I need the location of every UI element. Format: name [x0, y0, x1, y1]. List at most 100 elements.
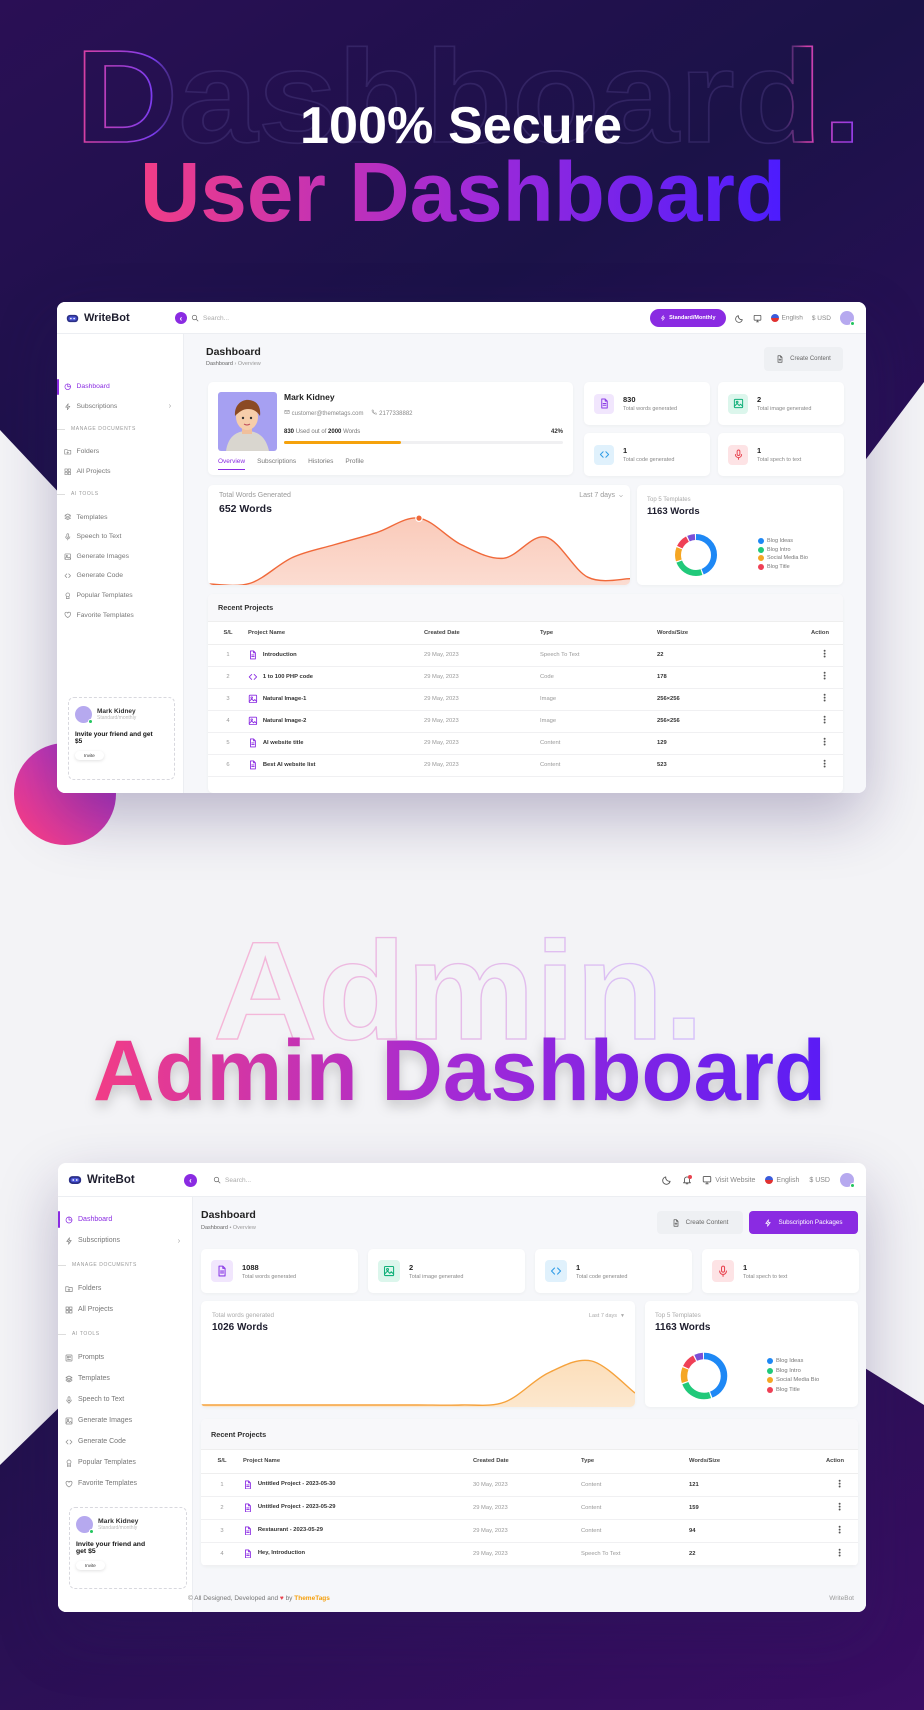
words-chart-card: Total words generated 1026 Words Last 7 … — [201, 1301, 635, 1407]
user-avatar[interactable] — [840, 1173, 855, 1188]
project-name-cell[interactable]: Untitled Project - 2023-05-29 — [243, 1496, 473, 1520]
row-actions-menu-icon[interactable] — [820, 759, 829, 768]
table-row[interactable]: 3 Restaurant - 2023-05-29 29 May, 2023 Cont… — [201, 1519, 858, 1543]
sidebar-item-all-projects[interactable]: All Projects — [58, 1299, 192, 1320]
row-actions-menu-icon[interactable] — [820, 737, 829, 746]
row-actions-menu-icon[interactable] — [835, 1548, 844, 1557]
visit-website-link[interactable]: Visit Website — [702, 1175, 755, 1185]
breadcrumb-link[interactable]: Dashboard — [206, 361, 233, 367]
row-actions-menu-icon[interactable] — [820, 671, 829, 680]
collapse-sidebar-button[interactable]: ‹ — [184, 1174, 197, 1187]
action-cell — [787, 644, 843, 667]
invite-button[interactable]: Invite — [75, 751, 104, 760]
language-select[interactable]: English — [765, 1176, 799, 1184]
moon-icon[interactable] — [734, 314, 744, 323]
sidebar-item-speech-to-text[interactable]: Speech to Text — [57, 527, 183, 547]
monitor-icon[interactable] — [753, 314, 762, 323]
project-name-cell[interactable]: Hey, Introduction — [243, 1542, 473, 1566]
breadcrumb-link[interactable]: Dashboard — [201, 1225, 228, 1231]
invite-button[interactable]: Invite — [76, 1561, 105, 1570]
profile-tab-profile[interactable]: Profile — [345, 458, 363, 470]
currency-select[interactable]: $ USD — [809, 1177, 830, 1184]
search-box[interactable]: Search... — [213, 1163, 251, 1197]
row-actions-menu-icon[interactable] — [820, 715, 829, 724]
profile-tab-overview[interactable]: Overview — [218, 458, 246, 470]
sidebar-item-dashboard[interactable]: Dashboard — [58, 1209, 192, 1230]
sidebar-item-generate-code[interactable]: Generate Code — [57, 566, 183, 586]
sidebar-item-prompts[interactable]: Prompts — [58, 1347, 192, 1368]
create-content-button[interactable]: Create Content — [657, 1211, 743, 1234]
image-icon — [383, 1265, 395, 1277]
sidebar-item-dashboard[interactable]: Dashboard — [57, 377, 183, 397]
search-input[interactable]: Search... — [225, 1177, 251, 1184]
user-avatar[interactable] — [840, 311, 855, 326]
project-name-cell[interactable]: Best AI website list — [248, 754, 424, 777]
project-name-text: Hey, Introduction — [257, 1550, 306, 1557]
currency-select[interactable]: $ USD — [812, 315, 831, 322]
notifications-button[interactable] — [682, 1175, 693, 1185]
table-row[interactable]: 2 Untitled Project - 2023-05-29 29 May, 20… — [201, 1496, 858, 1520]
stat-value: 830 — [623, 395, 636, 404]
column-header-s-l: S/L — [201, 1450, 243, 1474]
sidebar-item-popular-templates[interactable]: Popular Templates — [58, 1452, 192, 1473]
profile-tab-histories[interactable]: Histories — [308, 458, 333, 470]
plan-button[interactable]: Standard/Monthly — [650, 309, 726, 327]
sidebar-item-generate-images[interactable]: Generate Images — [58, 1410, 192, 1431]
sidebar-item-templates[interactable]: Templates — [57, 507, 183, 527]
table-row[interactable]: 2 1 to 100 PHP code 29 May, 2023 Code 178 — [208, 666, 843, 689]
stat-label: Total image generated — [757, 406, 812, 412]
language-label: English — [781, 314, 803, 322]
sidebar-item-popular-templates[interactable]: Popular Templates — [57, 586, 183, 606]
language-select[interactable]: English — [770, 314, 803, 322]
row-actions-menu-icon[interactable] — [835, 1525, 844, 1534]
chart-area-fill — [201, 1360, 635, 1407]
create-content-button[interactable]: Create Content — [764, 347, 843, 371]
words-area-chart — [201, 1359, 635, 1407]
sidebar-item-subscriptions[interactable]: Subscriptions — [57, 397, 183, 417]
sidebar-item-generate-code[interactable]: Generate Code — [58, 1431, 192, 1452]
project-name-cell[interactable]: Untitled Project - 2023-05-30 — [243, 1473, 473, 1497]
top-templates-card: Top 5 Templates 1163 Words Blog Ideas Blo… — [637, 485, 843, 585]
code-icon — [64, 572, 72, 580]
table-row[interactable]: 5 AI website title 29 May, 2023 Content 129 — [208, 732, 843, 755]
footer-company-link[interactable]: ThemeTags — [294, 1595, 330, 1602]
table-row[interactable]: 4 Natural Image-2 29 May, 2023 Image 256×256 — [208, 710, 843, 733]
project-name-cell[interactable]: AI website title — [248, 732, 424, 755]
moon-icon[interactable] — [662, 1175, 672, 1185]
sidebar-item-all-projects[interactable]: All Projects — [57, 462, 183, 482]
search-input[interactable]: Search... — [203, 315, 229, 322]
promo-name: Mark Kidney — [98, 1518, 139, 1525]
sidebar-item-folders[interactable]: Folders — [58, 1278, 192, 1299]
project-name-cell[interactable]: Introduction — [248, 644, 424, 667]
sidebar-item-favorite-templates[interactable]: Favorite Templates — [57, 605, 183, 625]
project-name-cell[interactable]: Natural Image-2 — [248, 710, 424, 733]
table-row[interactable]: 4 Hey, Introduction 29 May, 2023 Speech To … — [201, 1542, 858, 1566]
sidebar-item-templates[interactable]: Templates — [58, 1368, 192, 1389]
brand-logo[interactable]: WriteBot — [66, 302, 130, 334]
layers-icon — [64, 513, 72, 521]
project-name-cell[interactable]: Natural Image-1 — [248, 688, 424, 711]
project-name-cell[interactable]: 1 to 100 PHP code — [248, 666, 424, 689]
table-row[interactable]: 1 Introduction 29 May, 2023 Speech To Text 2… — [208, 644, 843, 667]
table-row[interactable]: 3 Natural Image-1 29 May, 2023 Image 256×256 — [208, 688, 843, 711]
sidebar-item-speech-to-text[interactable]: Speech to Text — [58, 1389, 192, 1410]
profile-tab-subscriptions[interactable]: Subscriptions — [257, 458, 296, 470]
project-name-cell[interactable]: Restaurant - 2023-05-29 — [243, 1519, 473, 1543]
sidebar-item-generate-images[interactable]: Generate Images — [57, 547, 183, 567]
table-row[interactable]: 6 Best AI website list 29 May, 2023 Content… — [208, 754, 843, 777]
row-actions-menu-icon[interactable] — [820, 693, 829, 702]
row-actions-menu-icon[interactable] — [835, 1479, 844, 1488]
chevron-right-icon — [167, 403, 173, 409]
sidebar-item-subscriptions[interactable]: Subscriptions — [58, 1230, 192, 1251]
mic-icon — [717, 1265, 729, 1277]
collapse-sidebar-button[interactable]: ‹ — [175, 312, 187, 324]
brand-logo[interactable]: WriteBot — [68, 1163, 135, 1197]
email-row: customer@themetags.com — [284, 409, 363, 417]
sidebar-item-favorite-templates[interactable]: Favorite Templates — [58, 1473, 192, 1494]
sidebar-item-folders[interactable]: Folders — [57, 442, 183, 462]
row-actions-menu-icon[interactable] — [820, 649, 829, 658]
subscription-packages-button[interactable]: Subscription Packages — [749, 1211, 858, 1234]
search-box[interactable]: Search... — [191, 302, 229, 334]
row-actions-menu-icon[interactable] — [835, 1502, 844, 1511]
table-row[interactable]: 1 Untitled Project - 2023-05-30 30 May, 20… — [201, 1473, 858, 1497]
